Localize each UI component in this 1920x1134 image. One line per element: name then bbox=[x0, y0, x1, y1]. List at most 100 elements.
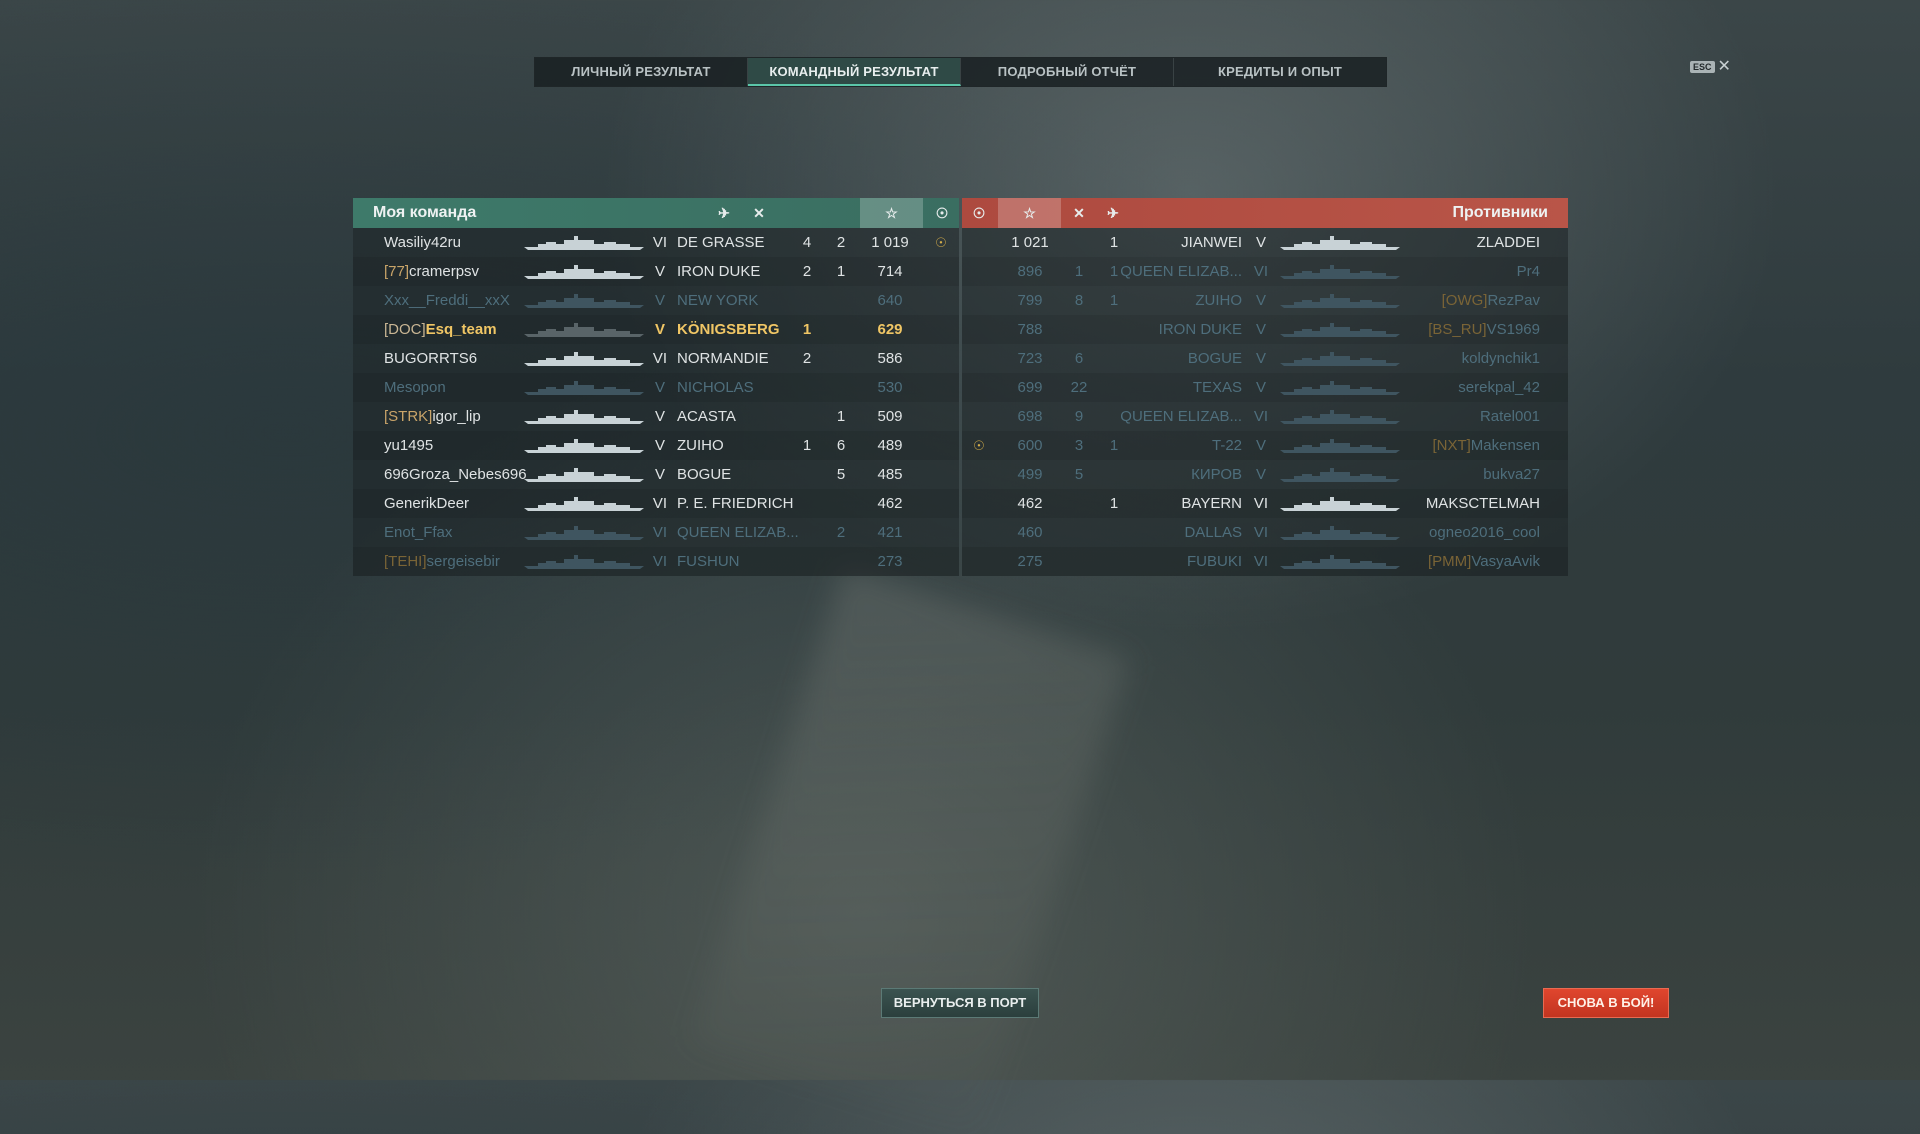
player-name-cell: Xxx__Freddi__xxX bbox=[384, 286, 510, 315]
player-name: yu1495 bbox=[384, 437, 434, 454]
frags-count: 22 bbox=[1070, 379, 1088, 396]
enemy-row[interactable]: 699 22 TEXAS Vserekpal_42 bbox=[962, 373, 1568, 402]
frags-count: 1 bbox=[836, 408, 846, 425]
score-column-icon[interactable]: ☆ bbox=[860, 198, 923, 228]
frags-count: 9 bbox=[1074, 408, 1084, 425]
clan-tag: [TEHI] bbox=[384, 553, 427, 570]
my-team-panel: Моя команда ✈ ✕ ☆ ☉ Wasiliy42ru VI DE GRAS… bbox=[353, 198, 959, 576]
score-value: 629 bbox=[877, 321, 903, 338]
ship-name: FUSHUN bbox=[677, 553, 740, 570]
player-name-cell: ZLADDEI bbox=[1477, 228, 1540, 257]
close-button[interactable]: ESC ✕ bbox=[1690, 58, 1731, 75]
enemy-row[interactable]: 896 1 1 QUEEN ELIZAB... VI Pr4 bbox=[962, 257, 1568, 286]
player-name-cell: Wasiliy42ru bbox=[384, 228, 461, 257]
ship-name: IRON DUKE bbox=[677, 263, 761, 280]
score-value: 723 bbox=[1017, 350, 1043, 367]
tab-credits-xp[interactable]: КРЕДИТЫ И ОПЫТ bbox=[1174, 58, 1386, 86]
player-name-cell: [DOC]Esq_team bbox=[384, 315, 497, 344]
ship-name: ZUIHO bbox=[677, 437, 724, 454]
team-row[interactable]: BUGORRTS6 VI NORMANDIE 2 586 bbox=[353, 344, 959, 373]
score-value: 896 bbox=[1017, 263, 1043, 280]
team-row[interactable]: [TEHI]sergeisebir VI FUSHUN 273 bbox=[353, 547, 959, 576]
frags-count: 3 bbox=[1074, 437, 1084, 454]
clan-tag: [DOC] bbox=[384, 321, 426, 338]
ship-name: NORMANDIE bbox=[677, 350, 769, 367]
planes-column-icon[interactable]: ✈ bbox=[1096, 198, 1130, 228]
close-icon: ✕ bbox=[1717, 58, 1731, 75]
ship-tier: V bbox=[1255, 350, 1266, 367]
team-row[interactable]: yu1495 V ZUIHO 1 6 489 bbox=[353, 431, 959, 460]
score-value: 699 bbox=[1017, 379, 1043, 396]
enemy-row[interactable]: ☉ 600 3 1 T-22 V [NXT]Makensen bbox=[962, 431, 1568, 460]
team-row[interactable]: 696Groza_Nebes696 V BOGUE 5 485 bbox=[353, 460, 959, 489]
ship-tier: VI bbox=[1253, 408, 1269, 425]
ship-silhouette-icon bbox=[524, 439, 644, 453]
team-row[interactable]: Wasiliy42ru VI DE GRASSE 4 2 1 019 ☉ bbox=[353, 228, 959, 257]
enemy-row[interactable]: 275 FUBUKI VI [PMM]VasyaAvik bbox=[962, 547, 1568, 576]
ship-tier: V bbox=[654, 292, 665, 309]
player-name: Ratel001 bbox=[1479, 408, 1540, 425]
team-row[interactable]: Mesopon V NICHOLAS 530 bbox=[353, 373, 959, 402]
enemy-row[interactable]: 1 021 1 JIANWEI V ZLADDEI bbox=[962, 228, 1568, 257]
score-column-icon[interactable]: ☆ bbox=[998, 198, 1061, 228]
ship-name: DE GRASSE bbox=[677, 234, 765, 251]
player-name-cell: [NXT]Makensen bbox=[1432, 431, 1540, 460]
base-capture-column-icon[interactable]: ☉ bbox=[962, 198, 996, 228]
ship-name: BOGUE bbox=[1187, 350, 1242, 367]
player-name-cell: Enot_Ffax bbox=[384, 518, 452, 547]
score-value: 600 bbox=[1017, 437, 1043, 454]
tab-team-result[interactable]: КОМАНДНЫЙ РЕЗУЛЬТАТ bbox=[748, 58, 961, 86]
ship-silhouette-icon bbox=[1280, 497, 1400, 511]
team-row[interactable]: Xxx__Freddi__xxX V NEW YORK 640 bbox=[353, 286, 959, 315]
planes-column-icon[interactable]: ✈ bbox=[707, 198, 741, 228]
enemy-row[interactable]: 462 1 BAYERN VI MAKSCTELMAH bbox=[962, 489, 1568, 518]
enemy-row[interactable]: 788 IRON DUKE V [BS_RU]VS1969 bbox=[962, 315, 1568, 344]
clan-tag: [STRK] bbox=[384, 408, 433, 425]
ship-name: NEW YORK bbox=[677, 292, 759, 309]
ship-silhouette-icon bbox=[1280, 352, 1400, 366]
player-name-cell: bukva27 bbox=[1483, 460, 1540, 489]
ship-silhouette-icon bbox=[1280, 265, 1400, 279]
team-row[interactable]: Enot_Ffax VI QUEEN ELIZAB... 2 421 bbox=[353, 518, 959, 547]
ship-silhouette-icon bbox=[1280, 468, 1400, 482]
ship-name: TEXAS bbox=[1192, 379, 1242, 396]
return-to-port-button[interactable]: ВЕРНУТЬСЯ В ПОРТ bbox=[881, 988, 1039, 1018]
enemy-row[interactable]: 499 5 КИРОВ Vbukva27 bbox=[962, 460, 1568, 489]
tab-detailed-report[interactable]: ПОДРОБНЫЙ ОТЧЁТ bbox=[961, 58, 1174, 86]
ship-name: КИРОВ bbox=[1191, 466, 1242, 483]
enemy-row[interactable]: 460 DALLAS VI ogneo2016_cool bbox=[962, 518, 1568, 547]
enemy-team-title: Противники bbox=[1452, 204, 1549, 221]
frags-column-icon[interactable]: ✕ bbox=[1062, 198, 1096, 228]
ship-name: JIANWEI bbox=[1181, 234, 1242, 251]
clan-tag: [BS_RU] bbox=[1428, 321, 1487, 338]
score-value: 273 bbox=[877, 553, 903, 570]
ship-name: P. E. FRIEDRICH bbox=[677, 495, 794, 512]
team-row[interactable]: [STRK]igor_lip V ACASTA 1 509 bbox=[353, 402, 959, 431]
planes-count: 1 bbox=[1109, 495, 1119, 512]
my-team-title: Моя команда bbox=[373, 204, 477, 221]
enemy-team-rows: 1 021 1 JIANWEI V ZLADDEI 896 1 1 QUEEN ELIZAB..… bbox=[962, 228, 1568, 576]
frags-count: 2 bbox=[836, 524, 846, 541]
battle-again-button[interactable]: СНОВА В БОЙ! bbox=[1543, 988, 1669, 1018]
ship-name: ACASTA bbox=[677, 408, 736, 425]
player-name: GenerikDeer bbox=[384, 495, 470, 512]
planes-count: 1 bbox=[1109, 437, 1119, 454]
ship-tier: V bbox=[1255, 437, 1266, 454]
player-name: Pr4 bbox=[1516, 263, 1540, 280]
frags-column-icon[interactable]: ✕ bbox=[742, 198, 776, 228]
tab-personal-result[interactable]: ЛИЧНЫЙ РЕЗУЛЬТАТ bbox=[535, 58, 748, 86]
enemy-row[interactable]: 698 9 QUEEN ELIZAB... VI Ratel001 bbox=[962, 402, 1568, 431]
player-name-cell: Pr4 bbox=[1517, 257, 1540, 286]
base-capture-column-icon[interactable]: ☉ bbox=[925, 198, 959, 228]
enemy-row[interactable]: 799 8 1 ZUIHO V [OWG]RezPav bbox=[962, 286, 1568, 315]
score-value: 1 019 bbox=[871, 234, 909, 251]
team-row[interactable]: GenerikDeer VI P. E. FRIEDRICH 462 bbox=[353, 489, 959, 518]
ship-tier: VI bbox=[1253, 524, 1269, 541]
enemy-row[interactable]: 723 6 BOGUE Vkoldynchik1 bbox=[962, 344, 1568, 373]
team-row[interactable]: [77]cramerpsv V IRON DUKE 2 1 714 bbox=[353, 257, 959, 286]
team-row[interactable]: [DOC]Esq_team V KÖNIGSBERG 1 629 bbox=[353, 315, 959, 344]
background-ship-wake bbox=[690, 565, 1130, 1134]
player-name-cell: Ratel001 bbox=[1480, 402, 1540, 431]
ship-tier: VI bbox=[652, 495, 668, 512]
ship-name: IRON DUKE bbox=[1158, 321, 1242, 338]
